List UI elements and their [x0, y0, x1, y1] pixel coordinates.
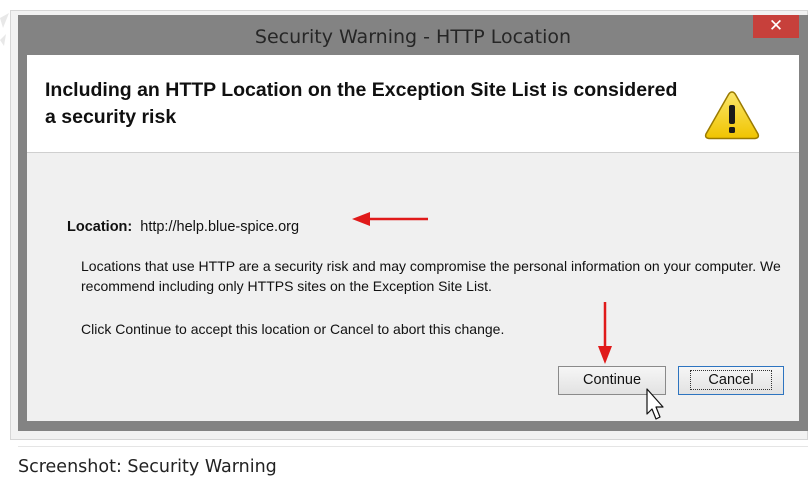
title-bar[interactable]: Security Warning - HTTP Location ✕ — [18, 15, 808, 56]
location-value: http://help.blue-spice.org — [140, 219, 300, 235]
window-title: Security Warning - HTTP Location — [254, 26, 572, 48]
risk-description: Locations that use HTTP are a security r… — [81, 258, 781, 294]
screenshot-caption: Screenshot: Security Warning — [18, 446, 808, 486]
warning-triangle-icon — [704, 91, 760, 140]
security-warning-dialog: Security Warning - HTTP Location ✕ Inclu… — [18, 15, 808, 431]
location-label: Location: — [67, 219, 133, 235]
location-row: Location: http://help.blue-spice.org — [67, 219, 299, 235]
continue-button[interactable]: Continue — [558, 366, 666, 395]
instruction-text: Click Continue to accept this location o… — [81, 321, 505, 337]
close-button[interactable]: ✕ — [753, 15, 799, 38]
cancel-button[interactable]: Cancel — [678, 366, 784, 395]
warning-header: Including an HTTP Location on the Except… — [27, 55, 799, 153]
warning-headline: Including an HTTP Location on the Except… — [45, 79, 678, 128]
dialog-body: Location: http://help.blue-spice.org Loca… — [27, 153, 799, 421]
cancel-button-label: Cancel — [690, 370, 772, 390]
